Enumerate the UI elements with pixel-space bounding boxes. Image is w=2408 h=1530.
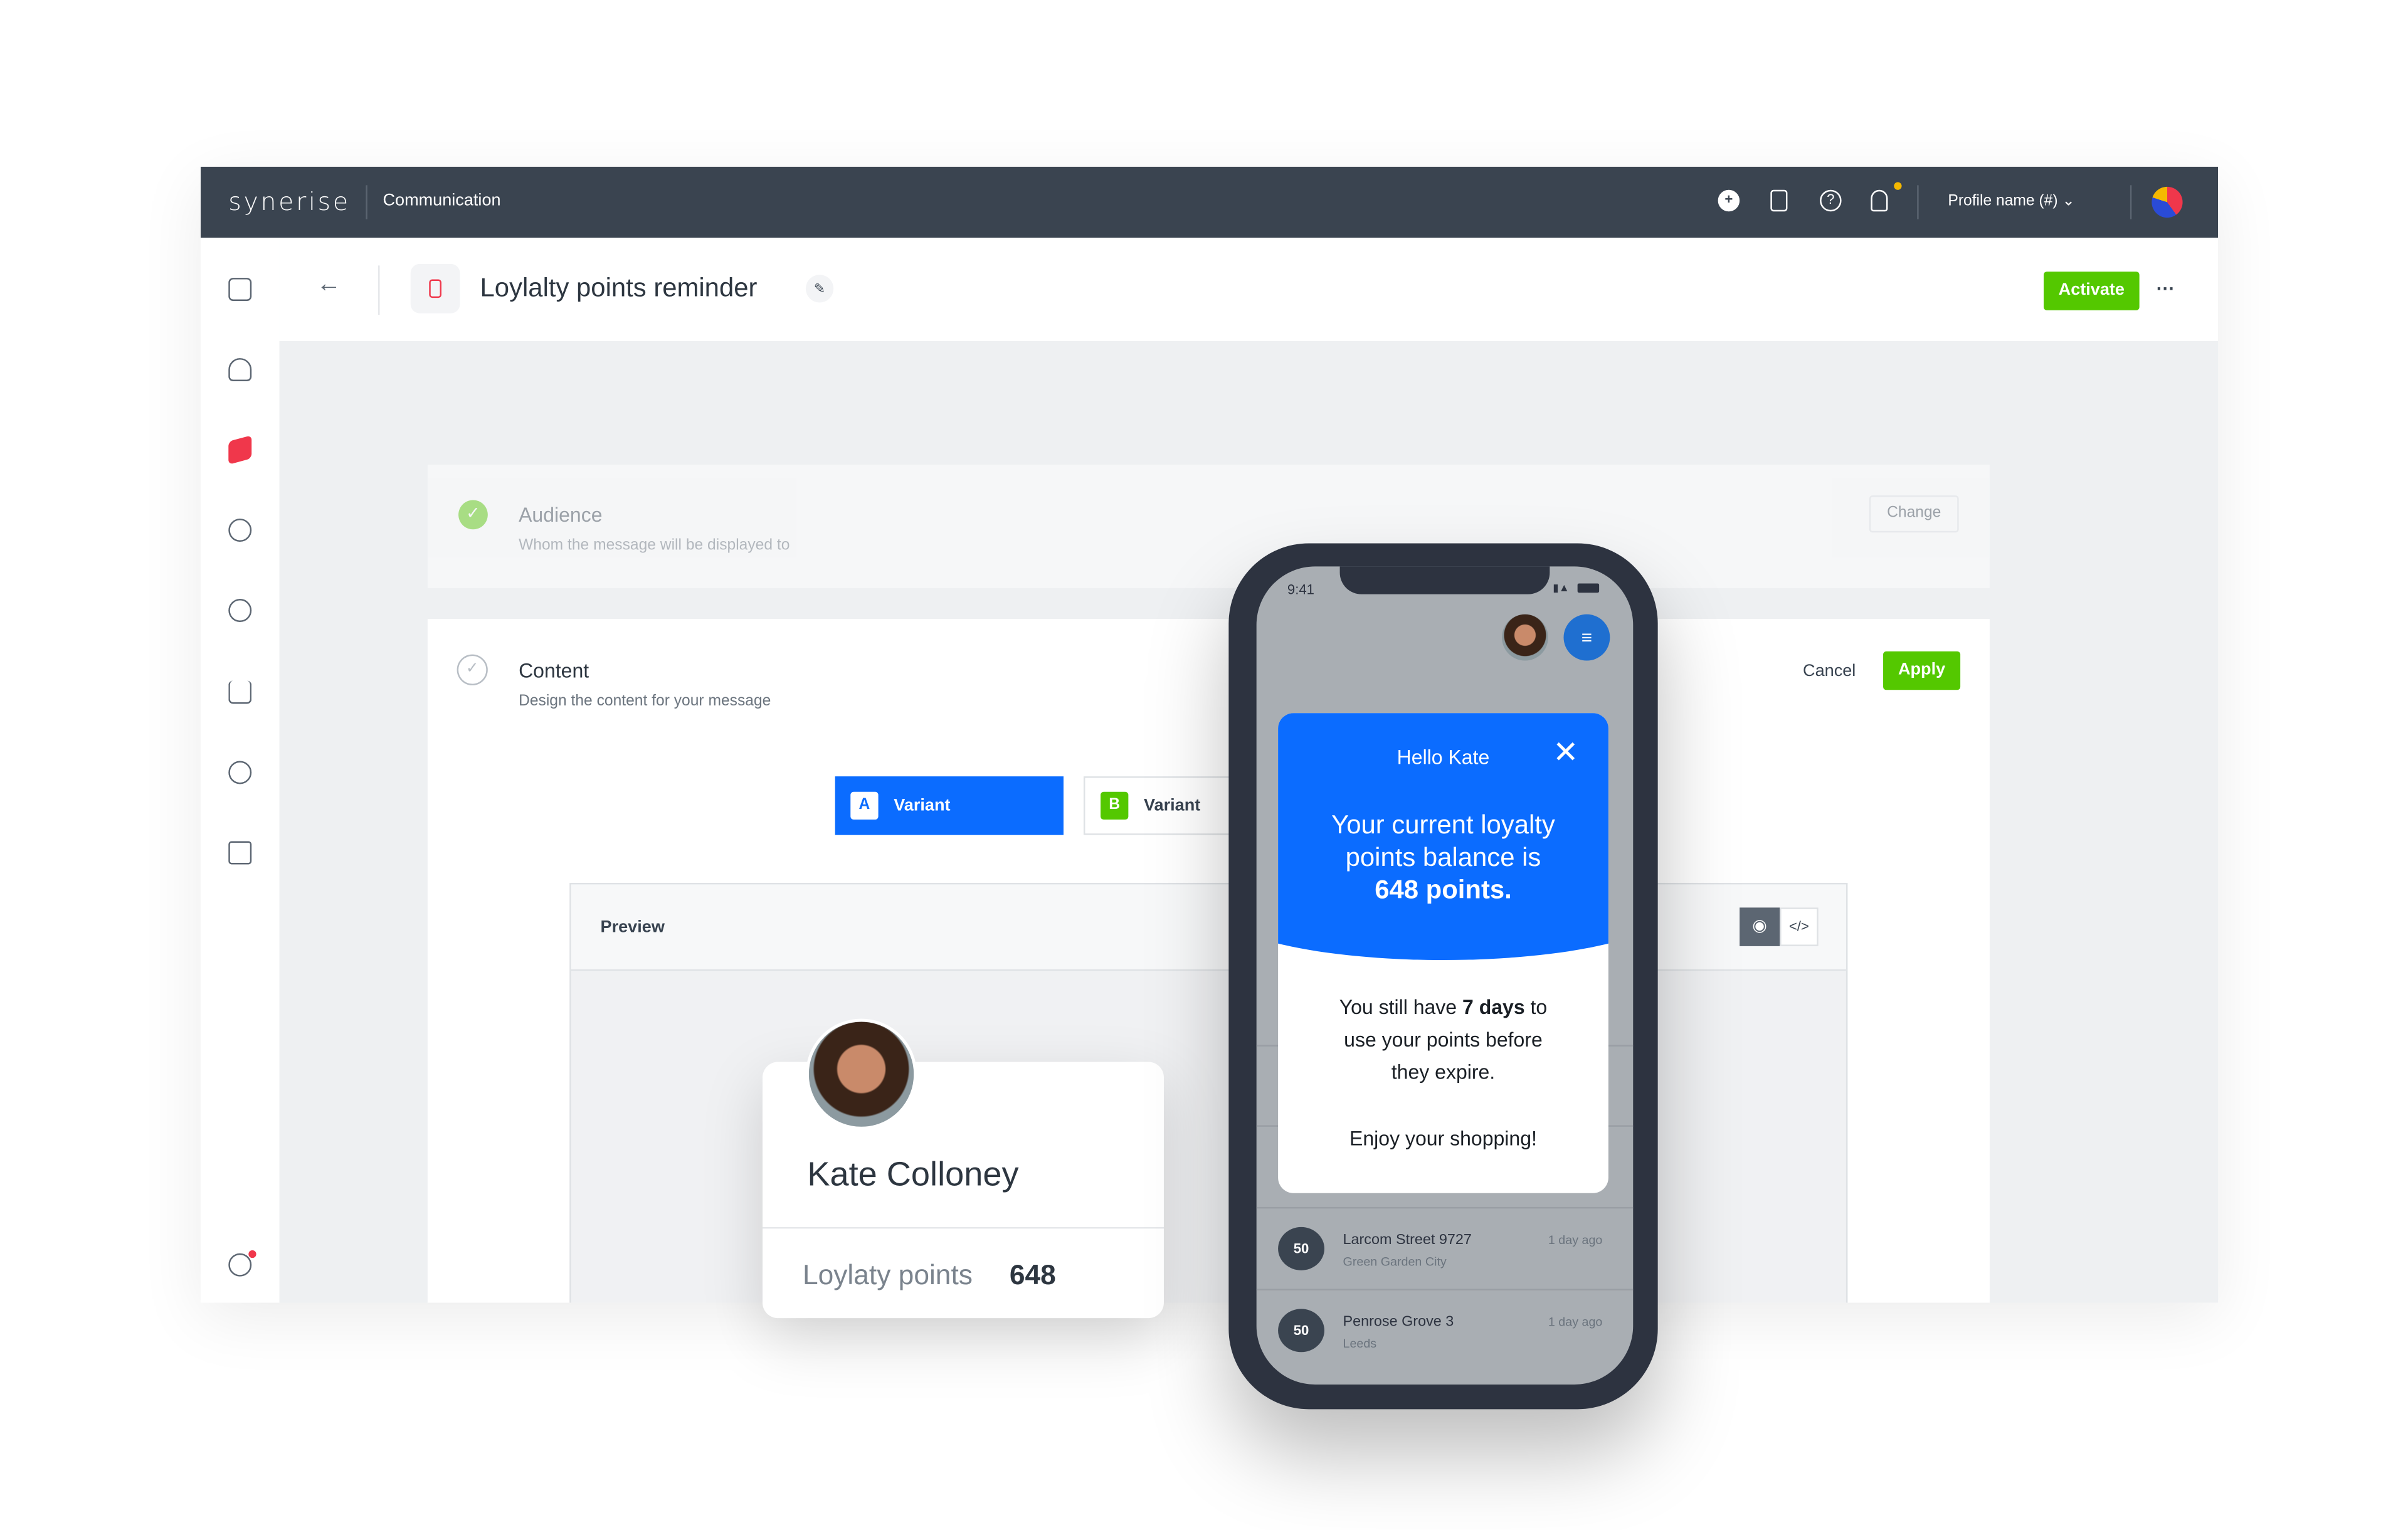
app-window: SYNERISE Communication + ? Profile name … bbox=[200, 166, 2219, 1303]
body-text: use your points before bbox=[1344, 1028, 1543, 1052]
back-arrow-icon[interactable]: ← bbox=[317, 272, 341, 299]
activate-button[interactable]: Activate bbox=[2044, 272, 2140, 310]
variant-label: Variant bbox=[894, 796, 951, 815]
dashboard-icon[interactable] bbox=[228, 278, 252, 301]
item-time: 1 day ago bbox=[1548, 1233, 1603, 1247]
settings-alert-dot bbox=[248, 1250, 256, 1258]
more-options-icon[interactable]: ··· bbox=[2157, 278, 2175, 299]
audience-subtitle: Whom the message will be displayed to bbox=[519, 537, 790, 554]
item-time: 1 day ago bbox=[1548, 1315, 1603, 1329]
book-icon[interactable] bbox=[1770, 189, 1788, 212]
megaphone-icon[interactable] bbox=[228, 435, 252, 465]
popup-closing: Enjoy your shopping! bbox=[1349, 1126, 1537, 1150]
eye-icon[interactable]: ◉ bbox=[1740, 907, 1780, 946]
code-icon[interactable]: </> bbox=[1780, 907, 1819, 946]
points-badge: 50 bbox=[1278, 1309, 1324, 1353]
body-days: 7 days bbox=[1462, 995, 1525, 1019]
preview-label: Preview bbox=[600, 918, 665, 937]
variant-badge: B bbox=[1101, 791, 1129, 820]
settings-icon[interactable] bbox=[228, 1253, 252, 1277]
headline-line: points balance is bbox=[1345, 842, 1541, 872]
top-bar: SYNERISE Communication + ? Profile name … bbox=[200, 166, 2219, 238]
avatar[interactable] bbox=[1502, 614, 1548, 661]
phone-mockup: 9:41 ▮▲ ≡ 50 Larcom Street 9727 Green Ga… bbox=[1228, 543, 1658, 1410]
sidebar bbox=[200, 238, 280, 1303]
body-text: You still have bbox=[1339, 995, 1463, 1019]
item-title: Larcom Street 9727 bbox=[1343, 1232, 1472, 1249]
profile-card: Kate Colloney Loylaty points 648 bbox=[762, 1018, 1164, 1319]
divider bbox=[1917, 185, 1919, 219]
avatar[interactable] bbox=[2152, 186, 2183, 218]
audience-section[interactable]: ✓ Audience Whom the message will be disp… bbox=[427, 464, 1990, 588]
content-subtitle: Design the content for your message bbox=[519, 693, 771, 710]
item-subtitle: Green Garden City bbox=[1343, 1255, 1447, 1269]
folder-icon[interactable] bbox=[228, 841, 252, 865]
signal-icon: ▮▲ bbox=[1553, 583, 1570, 594]
points-badge: 50 bbox=[1278, 1227, 1324, 1270]
popup-headline: Your current loyalty points balance is 6… bbox=[1278, 809, 1608, 906]
variant-a-tab[interactable]: A Variant bbox=[835, 776, 1064, 835]
audience-title: Audience bbox=[519, 503, 603, 527]
body-text: they expire. bbox=[1391, 1060, 1496, 1084]
content-title: Content bbox=[519, 659, 589, 682]
mobile-campaign-icon bbox=[410, 263, 460, 314]
help-icon[interactable]: ? bbox=[1820, 189, 1842, 212]
notch bbox=[1339, 566, 1550, 594]
spiral-icon[interactable] bbox=[228, 519, 252, 542]
plus-circle-icon[interactable]: + bbox=[1718, 189, 1740, 212]
notification-dot bbox=[1894, 182, 1902, 190]
page-header: ← Loylalty points reminder ✎ Activate ··… bbox=[279, 238, 2219, 341]
chevron-down-icon: ⌄ bbox=[2062, 193, 2076, 210]
edit-icon[interactable]: ✎ bbox=[805, 275, 834, 303]
phone-screen: 9:41 ▮▲ ≡ 50 Larcom Street 9727 Green Ga… bbox=[1256, 566, 1634, 1385]
avatar bbox=[805, 1018, 917, 1130]
play-icon[interactable] bbox=[228, 599, 252, 622]
bell-icon[interactable] bbox=[1871, 189, 1888, 212]
divider bbox=[2130, 185, 2132, 219]
search-target-icon[interactable] bbox=[228, 761, 252, 784]
cancel-button[interactable]: Cancel bbox=[1803, 662, 1856, 681]
list-item[interactable]: 50 Larcom Street 9727 Green Garden City … bbox=[1256, 1206, 1634, 1287]
loyalty-popup: Hello Kate ✕ Your current loyalty points… bbox=[1278, 713, 1608, 1193]
user-icon[interactable] bbox=[228, 358, 252, 381]
check-circle-icon: ✓ bbox=[458, 500, 488, 530]
headline-points: 648 points. bbox=[1375, 875, 1512, 905]
item-title: Penrose Grove 3 bbox=[1343, 1313, 1454, 1331]
divider bbox=[762, 1227, 1164, 1229]
popup-body: You still have 7 days to use your points… bbox=[1278, 991, 1608, 1154]
battery-icon bbox=[1577, 583, 1600, 593]
close-icon[interactable]: ✕ bbox=[1553, 738, 1578, 769]
apply-button[interactable]: Apply bbox=[1883, 651, 1961, 690]
app-name: Communication bbox=[383, 191, 501, 210]
body-text: to bbox=[1524, 995, 1548, 1019]
item-subtitle: Leeds bbox=[1343, 1336, 1377, 1351]
points-label: Loylaty points bbox=[802, 1259, 973, 1290]
check-outline-icon: ✓ bbox=[457, 654, 488, 685]
variant-label: Variant bbox=[1143, 796, 1201, 815]
divider bbox=[378, 265, 380, 315]
menu-icon[interactable]: ≡ bbox=[1563, 614, 1610, 661]
headline-line: Your current loyalty bbox=[1331, 810, 1555, 840]
points-value: 648 bbox=[1009, 1259, 1056, 1290]
status-time: 9:41 bbox=[1287, 581, 1315, 598]
page-title: Loylalty points reminder bbox=[480, 273, 758, 303]
synerise-logo: SYNERISE bbox=[228, 186, 351, 216]
profile-menu[interactable]: Profile name (#) ⌄ bbox=[1948, 193, 2075, 210]
variant-badge: A bbox=[850, 791, 879, 820]
profile-name: Profile name (#) bbox=[1948, 193, 2058, 210]
content-section: ✓ Content Design the content for your me… bbox=[427, 619, 1990, 1303]
profile-name: Kate Colloney bbox=[807, 1154, 1019, 1193]
change-button[interactable]: Change bbox=[1869, 495, 1959, 533]
chart-icon[interactable] bbox=[228, 680, 252, 704]
list-item[interactable]: 50 Penrose Grove 3 Leeds 1 day ago bbox=[1256, 1289, 1634, 1369]
divider bbox=[366, 185, 367, 219]
